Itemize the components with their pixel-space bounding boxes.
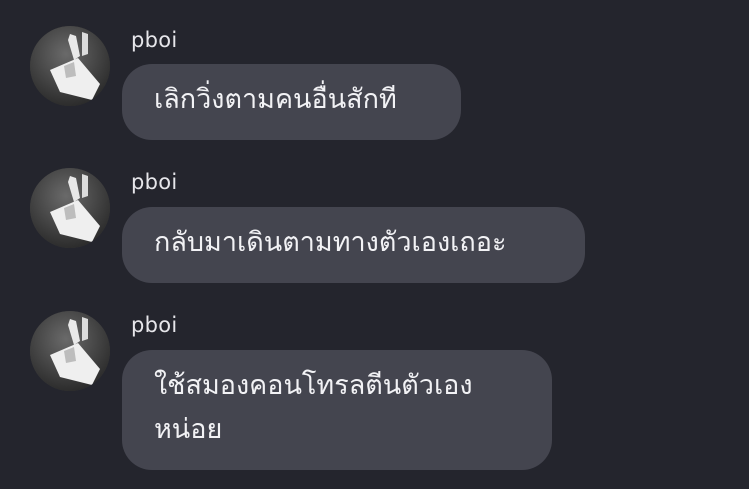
message-bubble[interactable]: ใช้สมองคอนโทรลตีนตัวเอง หน่อย xyxy=(122,350,552,470)
avatar[interactable] xyxy=(30,168,110,248)
profile-photo-icon xyxy=(30,26,110,106)
profile-photo-icon xyxy=(30,311,110,391)
chat-thread: pboi เลิกวิ่งตามคนอื่นสักที pboi กลับมาเ… xyxy=(0,0,749,489)
sender-name: pboi xyxy=(131,313,178,337)
sender-name: pboi xyxy=(131,28,178,52)
message-bubble[interactable]: เลิกวิ่งตามคนอื่นสักที xyxy=(122,64,461,140)
sender-name: pboi xyxy=(131,170,178,194)
profile-photo-icon xyxy=(30,168,110,248)
message-bubble[interactable]: กลับมาเดินตามทางตัวเองเถอะ xyxy=(122,207,585,283)
avatar[interactable] xyxy=(30,311,110,391)
avatar[interactable] xyxy=(30,26,110,106)
